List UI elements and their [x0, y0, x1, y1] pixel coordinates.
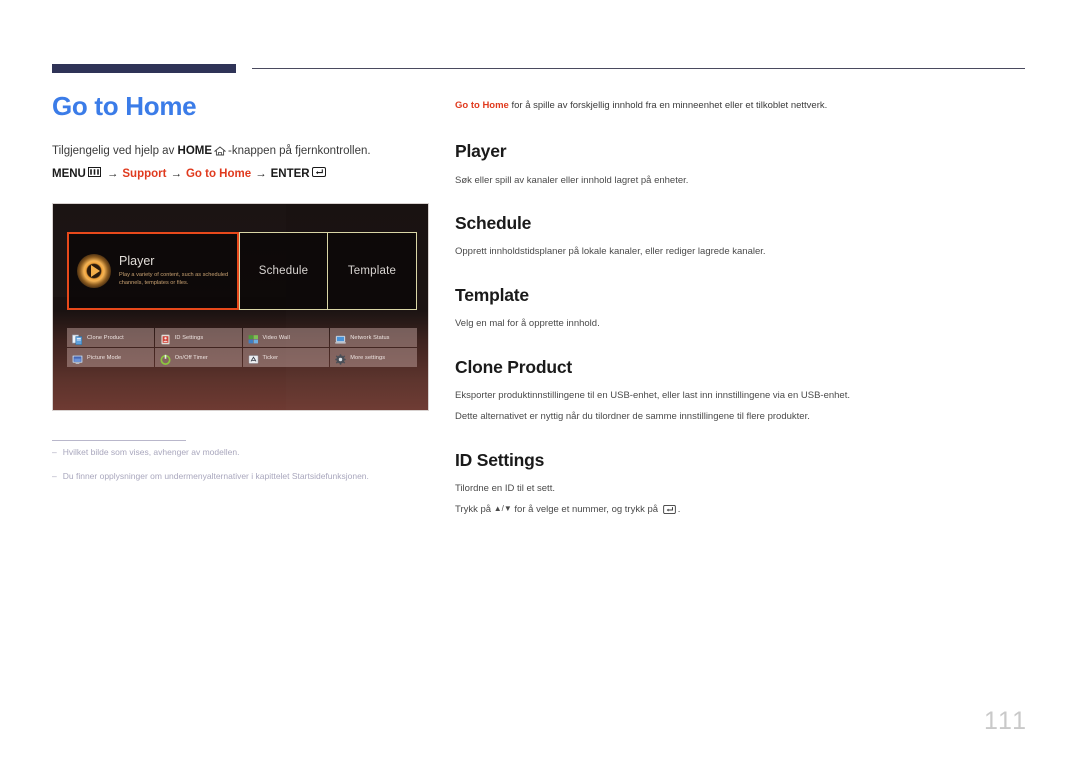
left-column: Go to Home Tilgjengelig ved hjelp av HOM…	[52, 92, 432, 198]
page-title: Go to Home	[52, 91, 197, 121]
id-card-icon	[160, 332, 171, 345]
tv-tile-player-label: Player	[119, 253, 155, 268]
key-line-suffix: .	[677, 503, 681, 515]
tv-tile-schedule-label: Schedule	[258, 265, 309, 277]
footnotes: – Hvilket bilde som vises, avhenger av m…	[52, 446, 432, 494]
availability-suffix: -knappen på fjernkontrollen.	[228, 144, 371, 157]
tv-grid-item-network-status[interactable]: Network Status	[330, 328, 417, 347]
page-number: 111	[983, 707, 1028, 735]
tv-grid-label-clone-product: Clone Product	[87, 334, 124, 341]
play-circle-icon	[77, 254, 111, 288]
footnote-text: Du finner opplysninger om undermenyalter…	[62, 470, 369, 481]
enter-key-icon	[311, 166, 326, 183]
footnote-dash: –	[52, 447, 57, 457]
section-heading-schedule: Schedule	[455, 213, 532, 234]
tv-grid-label-video-wall: Video Wall	[262, 334, 290, 341]
availability-line: Tilgjengelig ved hjelp av HOME -knappen p…	[52, 143, 432, 160]
section-paragraph: Velg en mal for å opprette innhold.	[455, 318, 600, 330]
picture-mode-icon	[72, 352, 83, 364]
footnote-text: Hvilket bilde som vises, avhenger av mod…	[62, 447, 240, 457]
menu-enter-label: ENTER	[270, 168, 310, 181]
section-paragraph: Opprett innholdstidsplaner på lokale kan…	[455, 246, 766, 258]
footnote-item: – Hvilket bilde som vises, avhenger av m…	[52, 446, 432, 459]
tv-grid-item-more-settings[interactable]: More settings	[330, 348, 417, 367]
key-line-mid: for å velge et nummer, og trykk på	[511, 503, 661, 515]
header-rules	[0, 64, 1080, 76]
section-paragraph: Søk eller spill av kanaler eller innhold…	[455, 174, 689, 186]
tv-grid-label-onoff-timer: On/Off Timer	[174, 354, 208, 361]
section-heading-player: Player	[455, 141, 507, 162]
home-icon	[214, 146, 227, 156]
intro-paragraph: Go to Home for å spille av forskjellig i…	[455, 99, 1030, 113]
timer-icon	[160, 352, 171, 365]
menu-arrow-2: →	[170, 168, 182, 181]
menu-arrow-3: →	[255, 168, 267, 181]
menu-bars-icon	[87, 166, 101, 183]
section-paragraph: Dette alternativet er nyttig når du tilo…	[455, 411, 810, 423]
enter-key-icon	[662, 504, 676, 520]
footnote-dash: –	[52, 470, 57, 481]
intro-rest: for å spille av forskjellig innhold fra …	[508, 100, 828, 111]
menu-path: MENU → Support → Go to Home → ENTER	[52, 166, 432, 183]
tv-tile-template-label: Template	[347, 265, 397, 277]
right-column: Go to Home for å spille av forskjellig i…	[455, 99, 1030, 526]
tv-grid-item-id-settings[interactable]: ID Settings	[154, 328, 242, 347]
tv-grid-item-clone-product[interactable]: Clone Product	[67, 328, 154, 347]
header-rule-thin	[252, 68, 1025, 69]
footnote-separator	[52, 440, 186, 441]
tv-settings-grid: Clone Product ID Settings Video Wall Net…	[67, 328, 417, 367]
section-player: Player Søk eller spill av kanaler eller …	[455, 141, 1030, 188]
tv-tile-template[interactable]: Template	[328, 232, 417, 310]
ticker-icon	[248, 352, 259, 364]
tv-grid-item-video-wall[interactable]: Video Wall	[242, 328, 330, 347]
tv-grid-label-ticker: Ticker	[262, 354, 279, 361]
availability-bold-home: HOME	[177, 144, 213, 157]
footnote-item: – Du finner opplysninger om undermenyalt…	[52, 470, 432, 483]
tv-main-tiles: Player Play a variety of content, such a…	[67, 232, 417, 310]
tv-grid-item-onoff-timer[interactable]: On/Off Timer	[154, 348, 242, 367]
tv-grid-item-ticker[interactable]: Ticker	[242, 348, 330, 367]
section-heading-template: Template	[455, 285, 529, 306]
header-rule-thick	[52, 64, 236, 73]
tv-grid-label-more-settings: More settings	[350, 354, 386, 361]
tv-grid-label-picture-mode: Picture Mode	[87, 354, 122, 361]
section-paragraph: Tilordne en ID til et sett.	[455, 483, 555, 495]
section-schedule: Schedule Opprett innholdstidsplaner på l…	[455, 213, 1030, 260]
section-clone-product: Clone Product Eksporter produktinnstilli…	[455, 357, 1030, 425]
menu-step-support: Support	[122, 168, 167, 181]
section-id-settings: ID Settings Tilordne en ID til et sett. …	[455, 449, 1030, 520]
tv-grid-item-picture-mode[interactable]: Picture Mode	[67, 348, 154, 367]
updown-arrows-icon: ▲/▼	[493, 503, 512, 513]
gear-icon	[335, 352, 346, 365]
tv-tile-player-description: Play a variety of content, such as sched…	[119, 272, 229, 287]
video-wall-icon	[248, 332, 259, 344]
network-status-icon	[335, 332, 347, 344]
section-paragraph: Eksporter produktinnstillingene til en U…	[455, 390, 850, 402]
key-line-prefix: Trykk på	[455, 503, 494, 515]
section-template: Template Velg en mal for å opprette innh…	[455, 285, 1030, 332]
section-heading-id-settings: ID Settings	[455, 449, 545, 470]
tv-grid-label-network-status: Network Status	[350, 334, 390, 341]
section-paragraph-with-keys: Trykk på ▲/▼ for å velge et nummer, og t…	[455, 503, 1030, 520]
tv-grid-label-id-settings: ID Settings	[174, 334, 204, 341]
tv-tile-schedule[interactable]: Schedule	[239, 232, 328, 310]
section-heading-clone-product: Clone Product	[455, 357, 572, 378]
menu-step-go-to-home: Go to Home	[185, 168, 252, 181]
tv-tile-player[interactable]: Player Play a variety of content, such a…	[67, 232, 239, 310]
menu-arrow-1: →	[106, 168, 119, 181]
availability-prefix: Tilgjengelig ved hjelp av	[52, 144, 178, 157]
intro-bold-term: Go to Home	[455, 100, 509, 111]
tv-home-screenshot: Player Play a variety of content, such a…	[52, 203, 429, 411]
clone-product-icon	[72, 332, 83, 345]
menu-label: MENU	[52, 168, 86, 181]
